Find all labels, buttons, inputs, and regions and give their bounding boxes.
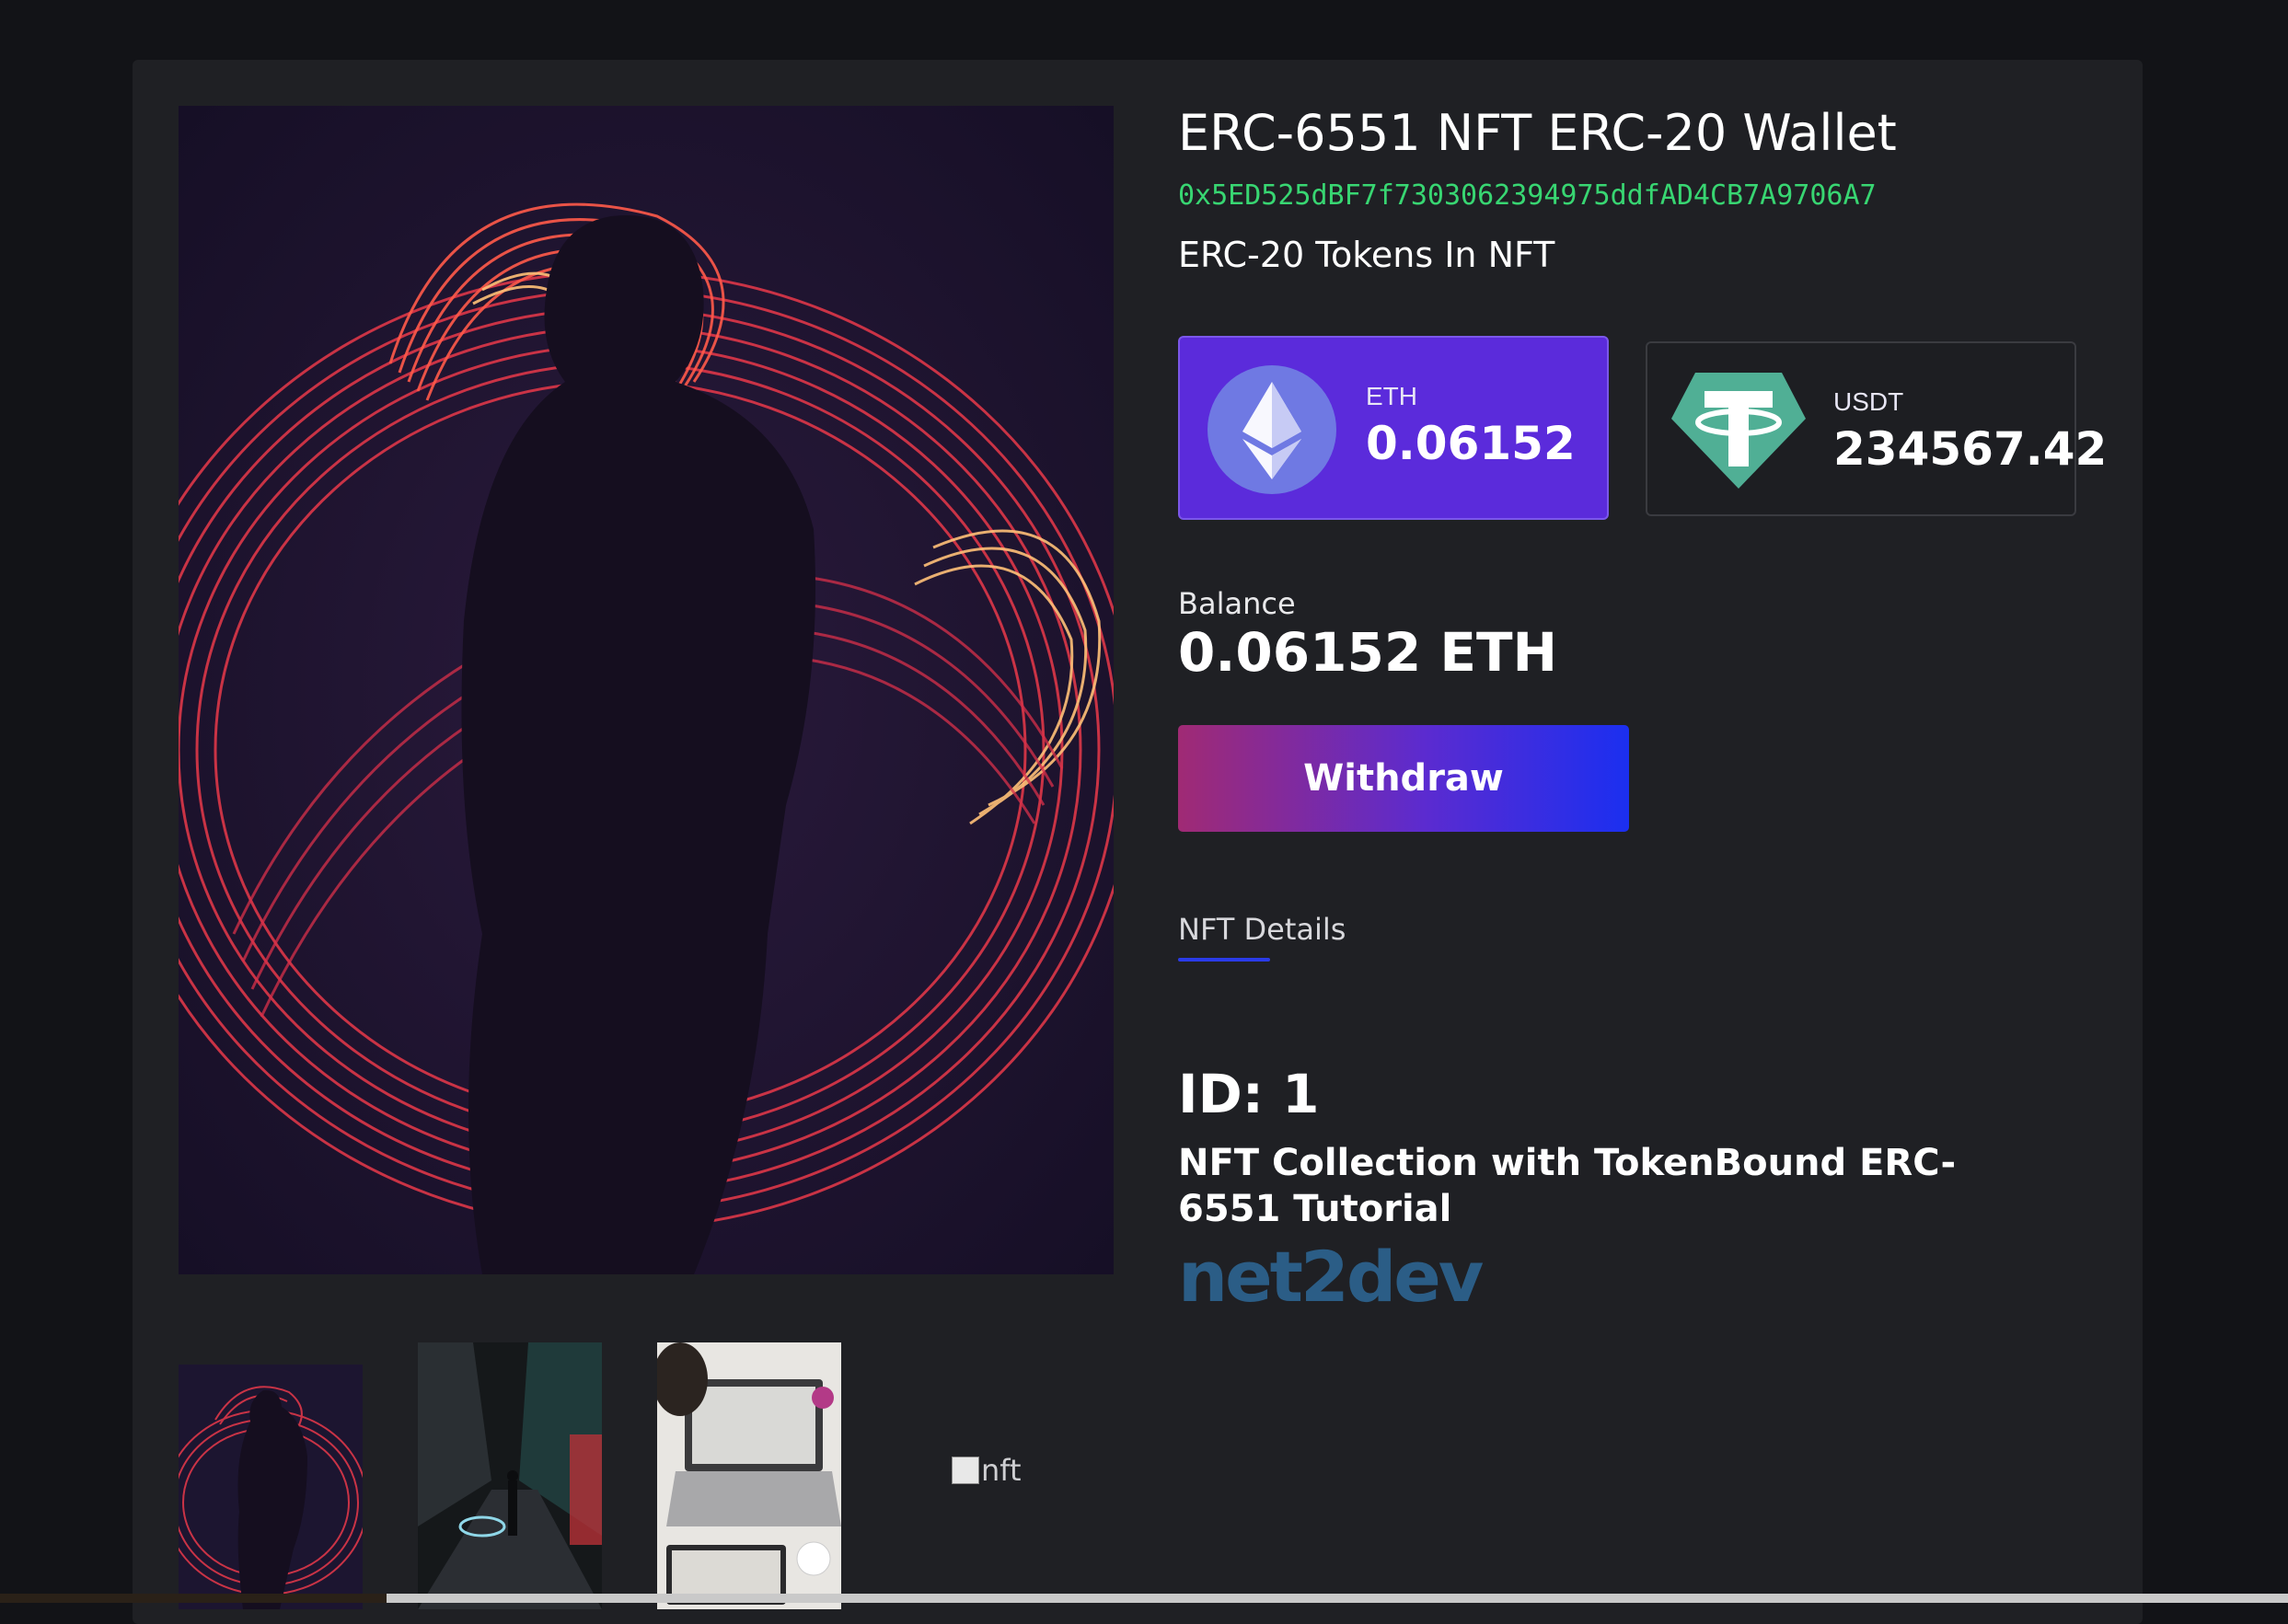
brand-logo: net2dev (1178, 1236, 1484, 1318)
nft-thumbnail[interactable] (179, 1365, 363, 1609)
nft-thumbnail[interactable] (418, 1342, 602, 1609)
tab-active-indicator (1178, 958, 1270, 962)
token-symbol: USDT (1833, 387, 1904, 416)
broken-image-icon (952, 1457, 979, 1484)
nft-description: NFT Collection with TokenBound ERC-6551 … (1178, 1142, 1957, 1230)
nft-main-image (179, 106, 1114, 1274)
window-bottom-edge-dark (0, 1594, 387, 1603)
wallet-title: ERC-6551 NFT ERC-20 Wallet (1178, 104, 1897, 162)
tab-nft-details[interactable]: NFT Details (1178, 912, 1346, 960)
tokens-heading: ERC-20 Tokens In NFT (1178, 235, 1555, 275)
wallet-address[interactable]: 0x5ED525dBF7f7303062394975ddfAD4CB7A9706… (1178, 179, 1877, 212)
token-symbol: ETH (1366, 382, 1417, 410)
nft-wallet-panel: ERC-6551 NFT ERC-20 Wallet 0x5ED525dBF7f… (133, 60, 2143, 1624)
balance-value: 0.06152 ETH (1178, 621, 1558, 684)
broken-image-alt: nft (981, 1453, 1022, 1488)
tether-icon (1671, 373, 1806, 489)
balance-label: Balance (1178, 586, 1296, 621)
token-amount: 0.06152 (1366, 417, 1576, 470)
broken-nft-image[interactable]: nft (952, 1453, 1022, 1488)
withdraw-button[interactable]: Withdraw (1178, 725, 1629, 832)
nft-thumbnail[interactable] (657, 1342, 841, 1609)
token-card-eth[interactable]: ETH 0.06152 (1178, 336, 1609, 520)
token-card-usdt[interactable]: USDT 234567.42 (1646, 341, 2107, 516)
token-amount: 234567.42 (1833, 422, 2108, 476)
ethereum-icon (1208, 365, 1336, 494)
nft-id: ID: 1 (1178, 1063, 1320, 1125)
